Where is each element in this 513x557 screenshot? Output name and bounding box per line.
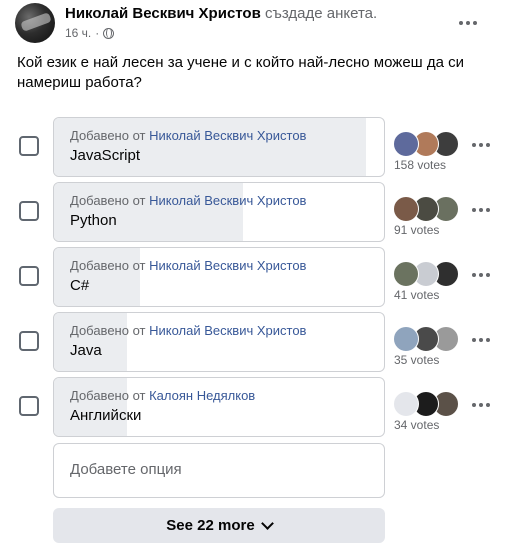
voter-avatars[interactable]: [393, 326, 459, 352]
option-box[interactable]: Добавено от Николай Весквич Христов Java…: [53, 117, 385, 177]
added-by-author[interactable]: Николай Весквич Христов: [149, 323, 306, 338]
globe-icon: [103, 27, 115, 39]
voter-avatar[interactable]: [393, 391, 419, 417]
more-dot: [486, 208, 490, 212]
more-dot: [486, 143, 490, 147]
option-more-button[interactable]: [465, 135, 497, 155]
see-more-button[interactable]: See 22 more: [53, 508, 385, 543]
more-dot: [472, 143, 476, 147]
post-action-text: създаде анкета.: [265, 5, 378, 22]
more-dot: [472, 338, 476, 342]
voter-avatar[interactable]: [393, 326, 419, 352]
vote-count[interactable]: 41 votes: [394, 288, 439, 302]
option-label: Python: [70, 212, 117, 229]
post-header: Николай Весквич Христов създаде анкета.: [65, 5, 377, 22]
add-option-field[interactable]: [53, 443, 385, 498]
voter-avatars[interactable]: [393, 131, 459, 157]
option-added-by: Добавено от Николай Весквич Христов: [70, 193, 306, 208]
option-box[interactable]: Добавено от Калоян Недялков Английски: [53, 377, 385, 437]
option-label: JavaScript: [70, 147, 141, 164]
option-checkbox[interactable]: [19, 266, 39, 286]
author-name[interactable]: Николай Весквич Христов: [65, 5, 261, 22]
option-box[interactable]: Добавено от Николай Весквич Христов Pyth…: [53, 182, 385, 242]
voter-avatars[interactable]: [393, 196, 459, 222]
more-dot: [472, 273, 476, 277]
more-dot: [486, 403, 490, 407]
more-dot: [472, 403, 476, 407]
more-dot: [459, 21, 463, 25]
option-box[interactable]: Добавено от Николай Весквич Христов Java: [53, 312, 385, 372]
meta-separator: ·: [95, 26, 100, 40]
added-by-prefix: Добавено от: [70, 388, 146, 403]
vote-count[interactable]: 35 votes: [394, 353, 439, 367]
option-added-by: Добавено от Калоян Недялков: [70, 388, 255, 403]
option-checkbox[interactable]: [19, 331, 39, 351]
added-by-author[interactable]: Калоян Недялков: [149, 388, 255, 403]
more-dot: [472, 208, 476, 212]
more-dot: [479, 403, 483, 407]
option-more-button[interactable]: [465, 330, 497, 350]
option-label: C#: [70, 277, 90, 294]
option-label: Java: [70, 342, 102, 359]
poll-option: Добавено от Калоян Недялков Английски 34…: [0, 377, 513, 439]
post-meta: 16 ч. ·: [65, 26, 115, 40]
added-by-prefix: Добавено от: [70, 258, 146, 273]
more-dot: [486, 338, 490, 342]
post-options-button[interactable]: [452, 13, 484, 33]
poll-post: Николай Весквич Христов създаде анкета. …: [0, 0, 513, 557]
poll-option: Добавено от Николай Весквич Христов Java…: [0, 312, 513, 374]
option-checkbox[interactable]: [19, 201, 39, 221]
option-added-by: Добавено от Николай Весквич Христов: [70, 128, 306, 143]
more-dot: [486, 273, 490, 277]
voter-avatar[interactable]: [393, 196, 419, 222]
added-by-author[interactable]: Николай Весквич Христов: [149, 128, 306, 143]
option-checkbox[interactable]: [19, 396, 39, 416]
added-by-author[interactable]: Николай Весквич Христов: [149, 193, 306, 208]
more-dot: [466, 21, 470, 25]
option-checkbox[interactable]: [19, 136, 39, 156]
author-avatar[interactable]: [15, 3, 55, 43]
option-more-button[interactable]: [465, 265, 497, 285]
poll-option: Добавено от Николай Весквич Христов C# 4…: [0, 247, 513, 309]
more-dot: [479, 208, 483, 212]
added-by-prefix: Добавено от: [70, 128, 146, 143]
poll-option: Добавено от Николай Весквич Христов Pyth…: [0, 182, 513, 244]
add-option-input[interactable]: [70, 461, 360, 478]
voter-avatars[interactable]: [393, 391, 459, 417]
more-dot: [479, 273, 483, 277]
voter-avatars[interactable]: [393, 261, 459, 287]
more-dot: [473, 21, 477, 25]
vote-share-fill: [54, 248, 140, 306]
see-more-label: See 22 more: [166, 517, 255, 534]
vote-count[interactable]: 158 votes: [394, 158, 446, 172]
more-dot: [479, 338, 483, 342]
vote-count[interactable]: 91 votes: [394, 223, 439, 237]
option-added-by: Добавено от Николай Весквич Христов: [70, 323, 306, 338]
voter-avatar[interactable]: [393, 131, 419, 157]
option-more-button[interactable]: [465, 200, 497, 220]
option-label: Английски: [70, 407, 142, 424]
post-time[interactable]: 16 ч.: [65, 26, 91, 40]
option-more-button[interactable]: [465, 395, 497, 415]
more-dot: [479, 143, 483, 147]
option-box[interactable]: Добавено от Николай Весквич Христов C#: [53, 247, 385, 307]
voter-avatar[interactable]: [393, 261, 419, 287]
option-added-by: Добавено от Николай Весквич Христов: [70, 258, 306, 273]
vote-count[interactable]: 34 votes: [394, 418, 439, 432]
added-by-author[interactable]: Николай Весквич Христов: [149, 258, 306, 273]
poll-option: Добавено от Николай Весквич Христов Java…: [0, 117, 513, 179]
added-by-prefix: Добавено от: [70, 193, 146, 208]
added-by-prefix: Добавено от: [70, 323, 146, 338]
poll-question: Кой език е най лесен за учене и с който …: [17, 54, 465, 91]
chevron-down-icon: [260, 517, 274, 530]
